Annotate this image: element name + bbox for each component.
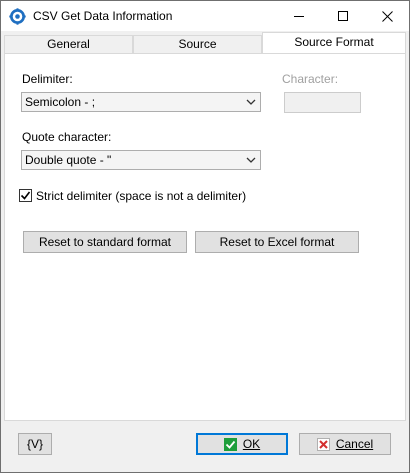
minimize-button[interactable] [277, 1, 321, 31]
source-format-panel: Delimiter: Semicolon - ; Character: Quot… [4, 53, 406, 421]
tab-source[interactable]: Source [133, 35, 262, 53]
variables-button[interactable]: {V} [18, 433, 52, 455]
strict-delimiter-checkbox[interactable] [19, 189, 32, 202]
close-button[interactable] [365, 1, 409, 31]
maximize-button[interactable] [321, 1, 365, 31]
cancel-x-icon [316, 437, 330, 451]
checkmark-icon [20, 191, 31, 200]
cancel-button[interactable]: Cancel [299, 433, 391, 455]
maximize-icon [337, 10, 348, 21]
reset-standard-format-button[interactable]: Reset to standard format [23, 231, 187, 253]
chevron-down-icon [246, 157, 256, 163]
tab-strip: General Source Source Format [3, 32, 407, 55]
tab-source-format[interactable]: Source Format [262, 32, 406, 55]
cancel-label: Cancel [335, 437, 374, 451]
chevron-down-icon [246, 99, 256, 105]
ok-check-icon [223, 437, 237, 451]
gear-cog-icon [9, 8, 26, 25]
strict-delimiter-label: Strict delimiter (space is not a delimit… [36, 189, 247, 203]
tab-general[interactable]: General [4, 35, 133, 53]
title-bar[interactable]: CSV Get Data Information [1, 1, 409, 31]
delimiter-value: Semicolon - ; [25, 95, 96, 109]
close-icon [381, 10, 393, 22]
window-title: CSV Get Data Information [33, 9, 173, 23]
character-input[interactable] [284, 92, 361, 113]
quote-character-dropdown[interactable]: Double quote - " [21, 150, 261, 170]
quote-character-label: Quote character: [22, 130, 112, 144]
reset-excel-format-button[interactable]: Reset to Excel format [195, 231, 359, 253]
ok-button[interactable]: OK [196, 433, 288, 455]
delimiter-label: Delimiter: [22, 72, 73, 86]
dialog-window: CSV Get Data Information General Source … [0, 0, 410, 473]
delimiter-dropdown[interactable]: Semicolon - ; [21, 92, 261, 112]
minimize-icon [293, 15, 304, 17]
quote-character-value: Double quote - " [25, 153, 112, 167]
ok-label: OK [242, 437, 261, 451]
character-label: Character: [282, 72, 339, 86]
